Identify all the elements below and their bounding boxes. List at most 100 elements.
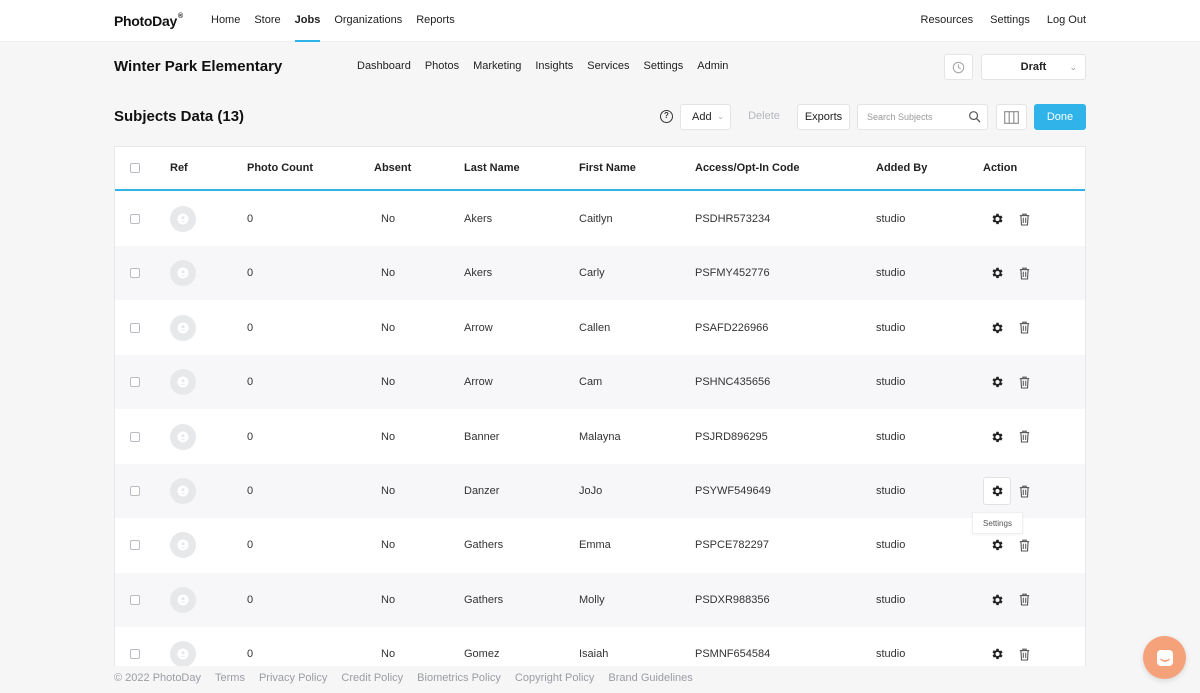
settings-tooltip: Settings — [972, 512, 1023, 534]
chevron-down-icon: ⌄ — [1069, 62, 1077, 72]
gear-icon — [992, 213, 1003, 225]
subject-avatar — [170, 206, 196, 232]
subnav-photos[interactable]: Photos — [425, 60, 459, 72]
row-settings-button[interactable] — [983, 259, 1011, 287]
footer: © 2022 PhotoDay Terms Privacy Policy Cre… — [114, 672, 707, 684]
row-delete-button[interactable] — [1015, 425, 1033, 449]
footer-privacy-policy[interactable]: Privacy Policy — [259, 672, 327, 684]
nav-store[interactable]: Store — [254, 0, 280, 42]
row-delete-button[interactable] — [1015, 588, 1033, 612]
row-settings-button[interactable] — [983, 531, 1011, 559]
cell-access-code: PSAFD226966 — [695, 321, 769, 334]
job-timeline-button[interactable] — [944, 54, 973, 80]
row-settings-button[interactable] — [983, 640, 1011, 666]
exports-button[interactable]: Exports — [797, 104, 850, 130]
user-placeholder-icon — [177, 594, 189, 606]
nav-jobs[interactable]: Jobs — [294, 0, 320, 42]
subnav-marketing[interactable]: Marketing — [473, 60, 521, 72]
subnav-admin[interactable]: Admin — [697, 60, 728, 72]
photoday-logo[interactable]: PhotoDay® — [114, 13, 183, 29]
cell-absent: No — [381, 648, 396, 661]
row-delete-button[interactable] — [1015, 261, 1033, 285]
nav-resources[interactable]: Resources — [921, 0, 974, 42]
cell-last-name: Banner — [464, 430, 500, 443]
chat-launcher-button[interactable] — [1143, 636, 1186, 679]
columns-toggle-button[interactable] — [996, 104, 1027, 130]
subnav-insights[interactable]: Insights — [535, 60, 573, 72]
trash-icon — [1019, 430, 1029, 443]
row-checkbox[interactable] — [130, 649, 140, 660]
col-absent[interactable]: Absent — [374, 147, 411, 189]
row-checkbox[interactable] — [130, 540, 140, 551]
cell-last-name: Gathers — [464, 539, 504, 552]
trash-icon — [1019, 376, 1029, 389]
cell-absent: No — [381, 213, 396, 225]
col-last-name[interactable]: Last Name — [464, 147, 520, 189]
subject-avatar — [170, 641, 196, 666]
row-settings-button[interactable] — [983, 368, 1011, 396]
trash-icon — [1019, 593, 1029, 606]
footer-biometrics-policy[interactable]: Biometrics Policy — [417, 672, 501, 684]
nav-settings[interactable]: Settings — [990, 0, 1030, 42]
main-nav: Home Store Jobs Organizations Reports — [211, 0, 469, 42]
cell-access-code: PSYWF549649 — [695, 485, 771, 497]
cell-last-name: Akers — [464, 213, 493, 225]
gear-icon — [992, 376, 1003, 388]
row-settings-button[interactable] — [983, 423, 1011, 451]
nav-organizations[interactable]: Organizations — [334, 0, 402, 42]
job-status-select[interactable]: Draft ⌄ — [981, 54, 1086, 80]
cell-absent: No — [381, 593, 396, 606]
col-photo-count[interactable]: Photo Count — [247, 147, 313, 189]
row-delete-button[interactable] — [1015, 370, 1033, 394]
row-delete-button[interactable] — [1015, 533, 1033, 557]
select-all-checkbox[interactable] — [130, 163, 140, 173]
search-icon[interactable] — [968, 110, 981, 123]
done-button[interactable]: Done — [1034, 104, 1086, 130]
col-first-name[interactable]: First Name — [579, 147, 636, 189]
search-box — [857, 104, 988, 130]
row-settings-button[interactable] — [983, 205, 1011, 233]
row-checkbox[interactable] — [130, 322, 140, 333]
help-icon[interactable]: ? — [660, 110, 673, 123]
nav-reports[interactable]: Reports — [416, 0, 455, 42]
nav-home[interactable]: Home — [211, 0, 240, 42]
row-delete-button[interactable] — [1015, 207, 1033, 231]
cell-first-name: Caitlyn — [579, 213, 613, 225]
col-ref[interactable]: Ref — [170, 147, 188, 189]
delete-button[interactable]: Delete — [738, 104, 790, 130]
nav-logout[interactable]: Log Out — [1047, 0, 1086, 42]
gear-icon — [992, 268, 1003, 279]
row-checkbox[interactable] — [130, 214, 140, 224]
subnav-services[interactable]: Services — [587, 60, 629, 72]
row-settings-button[interactable] — [983, 477, 1011, 505]
trash-icon — [1019, 648, 1029, 661]
row-checkbox[interactable] — [130, 431, 140, 442]
logo-text: PhotoDay — [114, 13, 177, 29]
row-delete-button[interactable] — [1015, 642, 1033, 666]
row-checkbox[interactable] — [130, 268, 140, 279]
subnav-dashboard[interactable]: Dashboard — [357, 60, 411, 72]
footer-terms[interactable]: Terms — [215, 672, 245, 684]
col-access-code[interactable]: Access/Opt-In Code — [695, 147, 800, 189]
row-checkbox[interactable] — [130, 594, 140, 605]
add-button[interactable]: Add ⌄ — [680, 104, 731, 130]
cell-added-by: studio — [876, 321, 906, 334]
subnav-settings[interactable]: Settings — [643, 60, 683, 72]
row-checkbox[interactable] — [130, 377, 140, 388]
user-placeholder-icon — [177, 267, 189, 279]
footer-credit-policy[interactable]: Credit Policy — [341, 672, 403, 684]
cell-first-name: Molly — [579, 593, 605, 606]
subject-avatar — [170, 314, 196, 341]
row-settings-button[interactable] — [983, 586, 1011, 614]
cell-access-code: PSFMY452776 — [695, 267, 770, 280]
col-added-by[interactable]: Added By — [876, 147, 927, 189]
footer-brand-guidelines[interactable]: Brand Guidelines — [608, 672, 692, 684]
row-settings-button[interactable] — [983, 314, 1011, 342]
row-checkbox[interactable] — [130, 486, 140, 496]
row-delete-button[interactable] — [1015, 316, 1033, 340]
footer-copyright-policy[interactable]: Copyright Policy — [515, 672, 594, 684]
search-input[interactable] — [858, 105, 966, 129]
row-delete-button[interactable] — [1015, 479, 1033, 503]
cell-added-by: studio — [876, 648, 906, 661]
cell-access-code: PSDHR573234 — [695, 213, 771, 225]
